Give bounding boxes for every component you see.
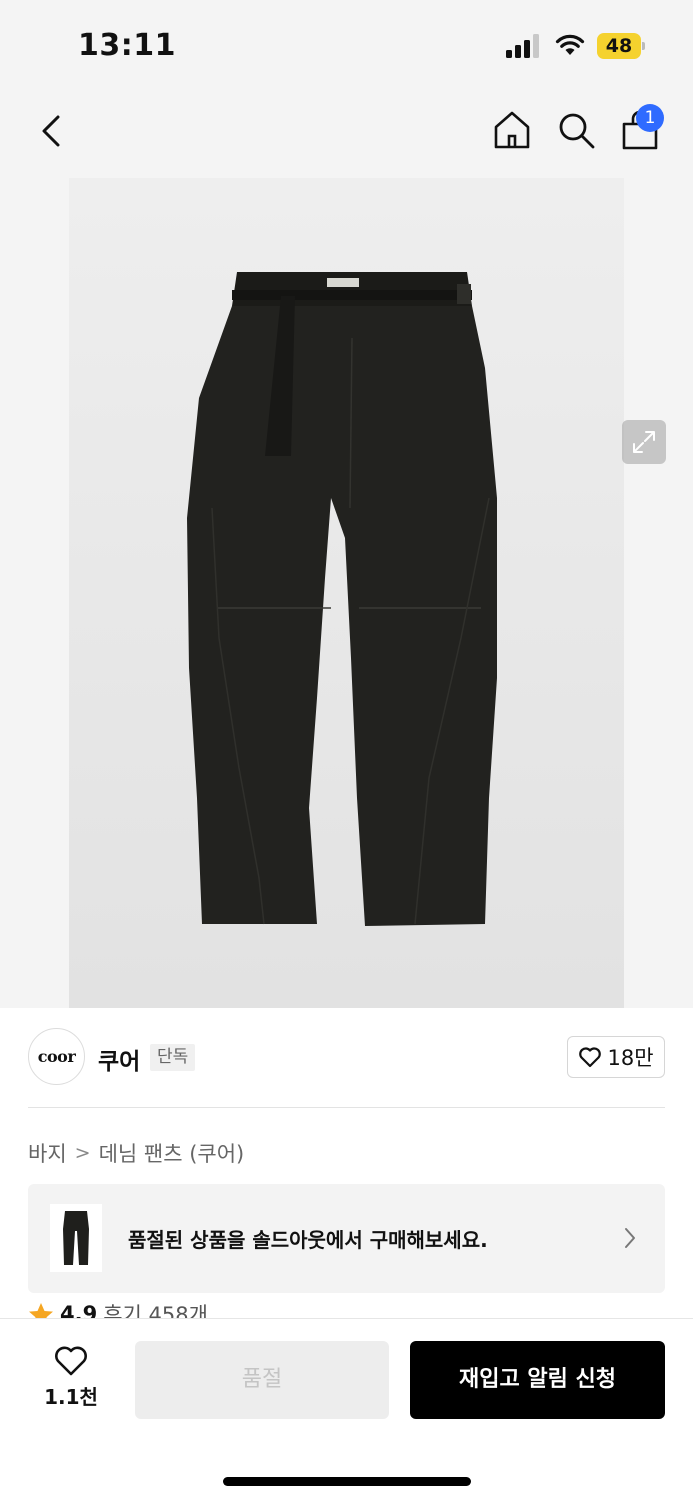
home-button[interactable] xyxy=(488,106,536,154)
breadcrumb-separator: > xyxy=(74,1142,91,1164)
brand-like-count: 18만 xyxy=(607,1046,654,1070)
heart-icon xyxy=(55,1346,87,1376)
home-icon xyxy=(494,111,530,149)
status-bar: 13:11 48 xyxy=(0,0,693,92)
wifi-icon xyxy=(555,34,585,55)
back-button[interactable] xyxy=(28,108,74,154)
signal-icon xyxy=(506,34,539,58)
restock-alert-button[interactable]: 재입고 알림 신청 xyxy=(410,1341,665,1419)
breadcrumb: 바지 > 데님 팬츠 (쿠어) xyxy=(28,1138,244,1168)
banner-thumbnail xyxy=(50,1204,102,1272)
battery-icon: 48 xyxy=(597,33,645,59)
soldout-button: 품절 xyxy=(135,1341,389,1419)
pants-thumbnail-image xyxy=(63,1211,89,1265)
soldout-banner-text: 품절된 상품을 솔드아웃에서 구매해보세요. xyxy=(128,1228,488,1252)
back-chevron-icon xyxy=(42,115,60,147)
brand-like-button[interactable]: 18만 xyxy=(567,1036,665,1078)
divider xyxy=(28,1107,665,1108)
home-indicator[interactable] xyxy=(223,1477,471,1486)
nav-bar xyxy=(0,92,693,178)
status-time: 13:11 xyxy=(78,28,176,63)
wish-count: 1.1천 xyxy=(44,1385,98,1409)
product-image-frame xyxy=(69,178,624,1008)
brand-logo[interactable]: coor xyxy=(28,1028,85,1085)
product-image-area[interactable] xyxy=(0,178,693,1008)
search-icon xyxy=(559,113,595,149)
battery-level: 48 xyxy=(597,33,641,59)
breadcrumb-item-denim-pants[interactable]: 데님 팬츠 (쿠어) xyxy=(99,1138,245,1168)
breadcrumb-item-pants[interactable]: 바지 xyxy=(28,1138,67,1168)
brand-name[interactable]: 쿠어 xyxy=(98,1042,140,1076)
exclusive-badge: 단독 xyxy=(150,1044,196,1071)
expand-image-button[interactable] xyxy=(622,420,666,464)
cart-count-badge: 1 xyxy=(636,104,664,132)
chevron-right-icon xyxy=(625,1228,635,1248)
soldout-banner[interactable]: 품절된 상품을 솔드아웃에서 구매해보세요. xyxy=(28,1184,665,1293)
expand-icon xyxy=(633,431,655,453)
search-button[interactable] xyxy=(552,106,600,154)
bottom-action-bar: 1.1천 품절 재입고 알림 신청 xyxy=(0,1318,693,1500)
brand-row: coor 쿠어 단독 18만 xyxy=(28,1028,665,1086)
heart-icon xyxy=(579,1047,602,1068)
wish-button[interactable]: 1.1천 xyxy=(40,1345,102,1417)
product-image xyxy=(187,272,497,926)
